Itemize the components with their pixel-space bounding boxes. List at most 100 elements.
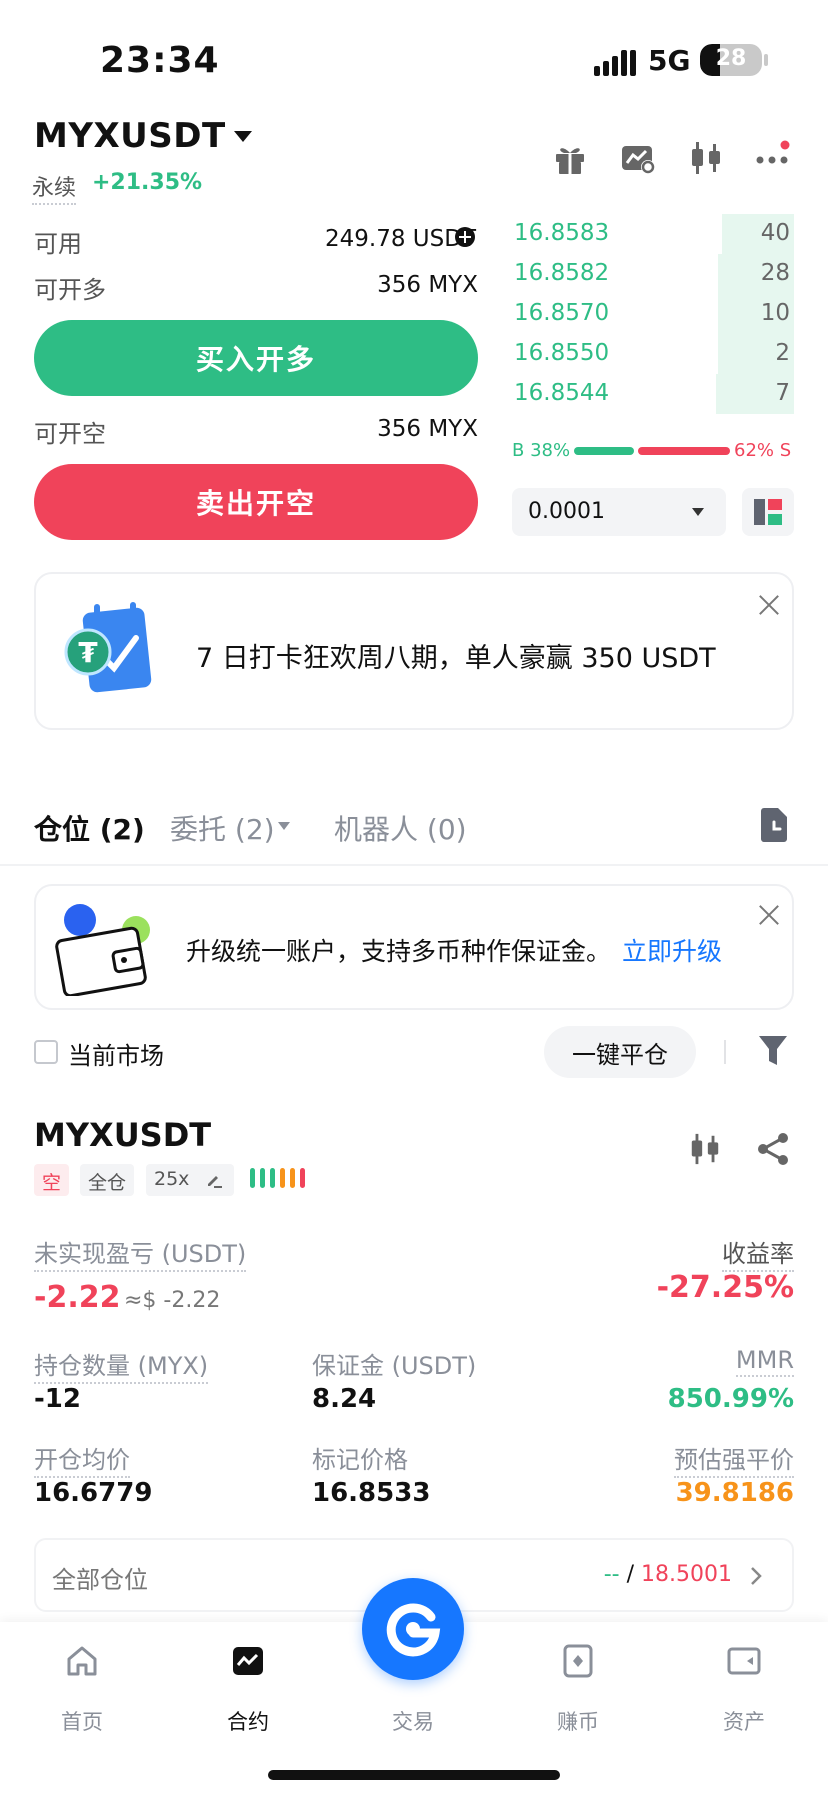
wallet-icon [727, 1647, 761, 1675]
liq-price-label[interactable]: 预估强平价 [674, 1440, 794, 1478]
history-doc-icon[interactable] [758, 808, 790, 842]
buy-long-button[interactable]: 买入开多 [34, 320, 478, 396]
precision-select[interactable]: 0.0001 [512, 488, 726, 536]
wallet-icon [55, 904, 150, 996]
take-profit-value: -- [603, 1562, 620, 1587]
unrealized-pnl-value: -2.22 [34, 1280, 121, 1315]
liq-price-value: 39.8186 [675, 1478, 794, 1508]
bid-qty: 2 [775, 340, 790, 366]
can-long-value: 356 MYX [377, 272, 478, 298]
risk-level-bar [300, 1168, 305, 1188]
caret-down-icon [692, 508, 704, 516]
promo-text[interactable]: 7 日打卡狂欢周八期，单人豪赢 350 USDT [196, 636, 716, 675]
orderbook-row[interactable]: 16.8544 7 [512, 374, 794, 414]
upgrade-banner[interactable]: 升级统一账户，支持多币种作保证金。 立即升级 [34, 884, 794, 1010]
upgrade-now-link[interactable]: 立即升级 [622, 932, 722, 968]
roe-label[interactable]: 收益率 [722, 1234, 794, 1272]
buy-ratio-bar [574, 447, 634, 455]
all-positions-label: 全部仓位 [52, 1566, 148, 1594]
checkin-calendar-icon: ₮ [64, 602, 152, 693]
battery-level: 28 [715, 46, 747, 71]
position-symbol[interactable]: MYXUSDT [34, 1116, 211, 1154]
earn-icon [563, 1644, 593, 1678]
upgrade-text: 升级统一账户，支持多币种作保证金。 [186, 937, 612, 966]
gift-icon[interactable] [552, 140, 588, 176]
sell-ratio: 62% S [734, 440, 792, 461]
bid-price: 16.8550 [514, 340, 610, 366]
bid-qty: 10 [760, 300, 790, 326]
chart-settings-icon[interactable] [620, 140, 656, 176]
candlestick-icon[interactable] [688, 1132, 722, 1166]
caret-down-icon[interactable] [278, 822, 290, 830]
tab-bots[interactable]: 机器人 (0) [334, 808, 467, 848]
size-value: -12 [34, 1384, 81, 1414]
leverage-tag[interactable]: 25x [146, 1164, 234, 1196]
add-funds-icon[interactable] [454, 226, 476, 248]
leverage-value: 25x [154, 1168, 190, 1190]
nav-home-label: 首页 [61, 1710, 103, 1734]
margin-mode-tag[interactable]: 全仓 [80, 1164, 135, 1196]
promo-banner[interactable]: ₮ 7 日打卡狂欢周八期，单人豪赢 350 USDT [34, 572, 794, 730]
margin-label: 保证金 (USDT) [312, 1352, 477, 1380]
risk-level-bar [280, 1168, 285, 1188]
share-icon[interactable] [756, 1132, 790, 1166]
contract-type[interactable]: 永续 [32, 170, 77, 205]
risk-level-bar [260, 1168, 265, 1188]
divider [724, 1040, 726, 1064]
candlestick-icon[interactable] [688, 140, 724, 176]
network-type: 5G [648, 44, 691, 77]
more-icon[interactable] [754, 140, 790, 176]
filter-icon[interactable] [758, 1034, 788, 1068]
mark-price-value: 16.8533 [312, 1478, 431, 1508]
orderbook-row[interactable]: 16.8583 40 [512, 214, 794, 254]
can-short-label: 可开空 [34, 420, 106, 448]
nav-earn-label: 赚币 [557, 1710, 599, 1734]
risk-level-bar [290, 1168, 295, 1188]
trade-logo-icon [386, 1603, 441, 1657]
trade-fab-button[interactable] [362, 1578, 464, 1680]
entry-price-label[interactable]: 开仓均价 [34, 1440, 130, 1478]
buy-ratio: B 38% [512, 440, 571, 461]
tab-divider [0, 864, 828, 866]
chevron-down-icon[interactable] [234, 131, 252, 142]
current-market-label[interactable]: 当前市场 [68, 1036, 164, 1071]
stop-loss-value: 18.5001 [641, 1562, 732, 1587]
can-long-label: 可开多 [34, 276, 106, 304]
nav-assets-label: 资产 [723, 1710, 765, 1734]
orderbook-row[interactable]: 16.8570 10 [512, 294, 794, 334]
risk-level-bar [270, 1168, 275, 1188]
tab-orders[interactable]: 委托 (2) [170, 808, 275, 848]
battery-icon: 28 [700, 44, 762, 76]
status-time: 23:34 [100, 40, 220, 81]
symbol-selector[interactable]: MYXUSDT [34, 116, 226, 156]
unrealized-pnl-label[interactable]: 未实现盈亏 (USDT) [34, 1234, 247, 1272]
mmr-label[interactable]: MMR [735, 1346, 794, 1377]
available-label: 可用 [34, 230, 82, 258]
size-label[interactable]: 持仓数量 (MYX) [34, 1346, 209, 1384]
sell-ratio-bar [638, 447, 730, 455]
close-all-button[interactable]: 一键平仓 [544, 1026, 696, 1078]
nav-trade-label: 交易 [392, 1710, 434, 1734]
nav-futures-label: 合约 [227, 1710, 269, 1734]
tp-sl-separator: / [626, 1562, 635, 1587]
bid-price: 16.8582 [514, 260, 610, 286]
orderbook-row[interactable]: 16.8550 2 [512, 334, 794, 374]
orderbook-layout-icon[interactable] [742, 488, 794, 536]
close-icon[interactable] [758, 904, 780, 926]
bid-price: 16.8583 [514, 220, 610, 246]
orderbook-row[interactable]: 16.8582 28 [512, 254, 794, 294]
current-market-checkbox[interactable] [34, 1040, 58, 1064]
roe-value: -27.25% [656, 1270, 794, 1305]
price-change: +21.35% [92, 170, 203, 195]
close-icon[interactable] [758, 594, 780, 616]
sell-short-button[interactable]: 卖出开空 [34, 464, 478, 540]
can-short-value: 356 MYX [377, 416, 478, 442]
bid-qty: 28 [760, 260, 790, 286]
futures-icon [233, 1647, 263, 1675]
mmr-value: 850.99% [667, 1384, 794, 1414]
entry-price-value: 16.6779 [34, 1478, 153, 1508]
bid-qty: 40 [760, 220, 790, 246]
tab-positions[interactable]: 仓位 (2) [34, 808, 145, 848]
home-indicator [268, 1770, 560, 1780]
bid-price: 16.8544 [514, 380, 610, 406]
